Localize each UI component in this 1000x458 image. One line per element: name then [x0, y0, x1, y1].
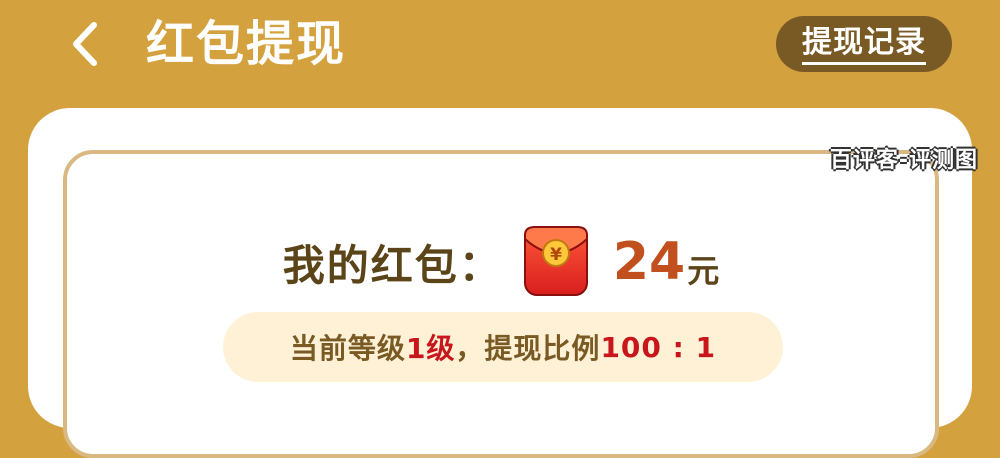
balance-amount: 24	[612, 232, 686, 292]
balance-label: 我的红包：	[282, 240, 503, 290]
withdraw-record-label: 提现记录	[802, 24, 926, 65]
chevron-left-icon	[73, 22, 97, 66]
balance-row: 我的红包： ¥ 24 元	[67, 222, 935, 302]
red-envelope-icon: ¥	[521, 221, 591, 303]
yuan-symbol: ¥	[550, 245, 562, 265]
withdraw-record-button[interactable]: 提现记录	[776, 16, 952, 72]
wallet-panel: 我的红包： ¥ 24 元 当前等级 1级 ，提现比例 100: 1	[63, 150, 939, 458]
level-value: 1级	[405, 332, 456, 365]
level-prefix: 当前等级	[289, 332, 406, 365]
page-title: 红包提现	[146, 16, 347, 72]
ratio-value: 100 : 1	[600, 330, 717, 364]
balance-unit: 元	[687, 252, 720, 290]
level-info-badge: 当前等级 1级 ，提现比例 100 : 1	[223, 312, 783, 382]
back-button[interactable]	[60, 18, 110, 70]
ratio-label: ，提现比例	[455, 332, 601, 365]
watermark: 百评客-评测图	[829, 148, 978, 173]
